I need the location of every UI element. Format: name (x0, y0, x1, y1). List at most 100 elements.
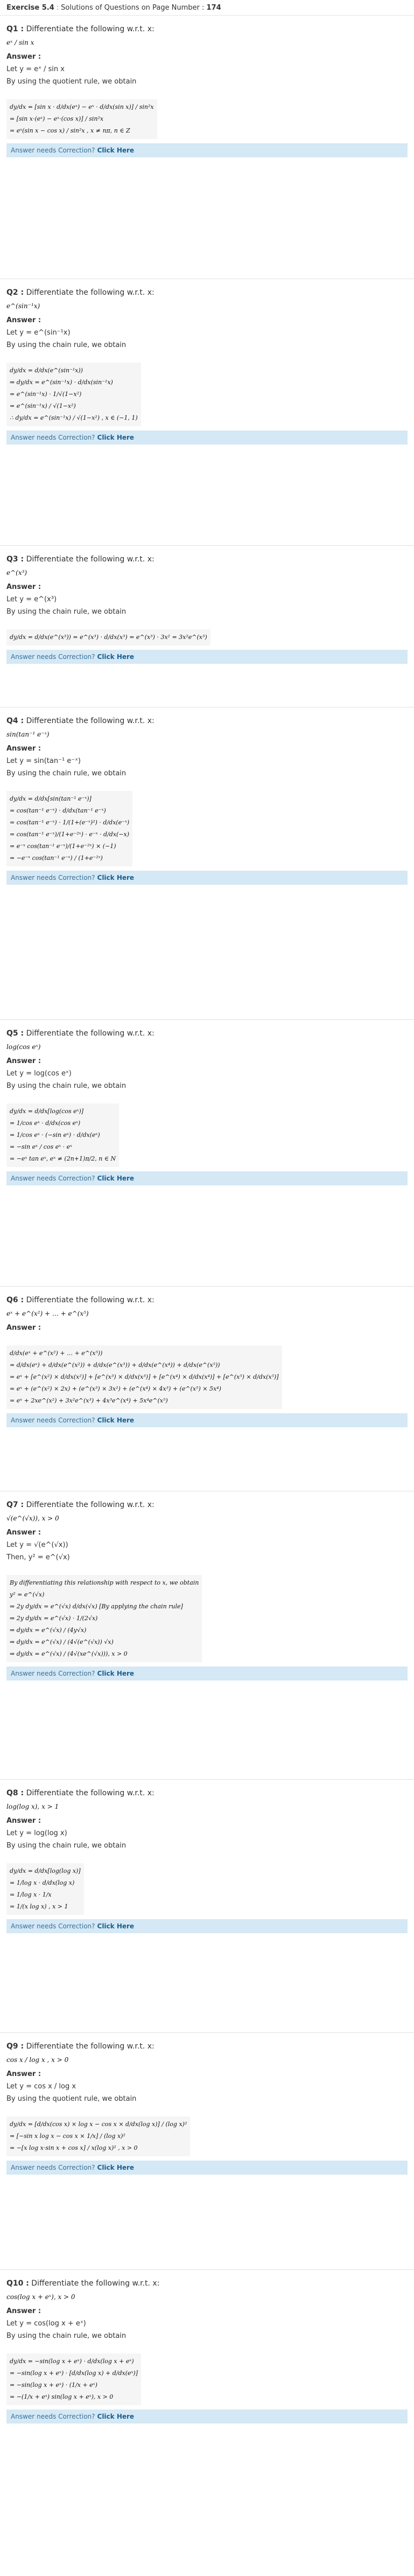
click-here-link[interactable]: Click Here (97, 1417, 135, 1424)
solution-line: = −sin(log x + eˣ) · (1/x + eˣ) (10, 2381, 97, 2388)
solution-line: = eˣ + [e^(x²) × d/dx(x²)] + [e^(x³) × d… (10, 1373, 279, 1380)
question-block: Q6 : Differentiate the following w.r.t. … (0, 1290, 414, 1427)
solution-steps: By differentiating this relationship wit… (6, 1575, 202, 1662)
let-statement: Let y = sin(tan⁻¹ e⁻ˣ) (6, 757, 81, 765)
page: Exercise 5.4 : Solutions of Questions on… (0, 0, 414, 2576)
given-expression: √(e^(√x)), x > 0 (6, 1515, 59, 1522)
correction-bar: Answer needs Correction? Click Here (6, 143, 408, 157)
solution-line: dy/dx = [sin x · d/dx(eˣ) − eˣ · d/dx(si… (10, 103, 154, 110)
click-here-link[interactable]: Click Here (97, 874, 135, 881)
solution-steps: dy/dx = −sin(log x + eˣ) · d/dx(log x + … (6, 2353, 141, 2405)
question-number: Q10 : (6, 2279, 29, 2288)
question-line: Q4 : Differentiate the following w.r.t. … (6, 717, 408, 725)
method-note: By using the chain rule, we obtain (6, 608, 127, 616)
click-here-link[interactable]: Click Here (97, 1670, 135, 1677)
solution-line: = −eˣ tan eˣ, eˣ ≠ (2n+1)π/2, n ∈ N (10, 1155, 116, 1162)
solution-line: = d/dx(eˣ) + d/dx(e^(x²)) + d/dx(e^(x³))… (10, 1362, 220, 1369)
solution-line: = −sin(log x + eˣ) · [d/dx(log x) + d/dx… (10, 2370, 138, 2377)
question-number: Q6 : (6, 1296, 24, 1304)
question-text: Differentiate the following w.r.t. x: (24, 1296, 155, 1304)
correction-bar: Answer needs Correction? Click Here (6, 1413, 408, 1427)
solution-line: dy/dx = d/dx(e^(x³)) = e^(x³) · d/dx(x³)… (10, 634, 207, 641)
question-block: Q4 : Differentiate the following w.r.t. … (0, 711, 414, 885)
solution-line: = −(1/x + eˣ) sin(log x + eˣ), x > 0 (10, 2393, 114, 2400)
answer-label: Answer : (6, 53, 41, 61)
click-here-link[interactable]: Click Here (97, 2164, 135, 2171)
answer-label: Answer : (6, 745, 41, 753)
click-here-link[interactable]: Click Here (97, 1175, 135, 1182)
click-here-link[interactable]: Click Here (97, 1922, 135, 1930)
question-line: Q5 : Differentiate the following w.r.t. … (6, 1029, 408, 1038)
method-note: By using the quotient rule, we obtain (6, 2095, 137, 2103)
question-text: Differentiate the following w.r.t. x: (24, 1501, 155, 1509)
question-divider (0, 1286, 414, 1287)
question-divider (0, 1019, 414, 1020)
solution-steps: dy/dx = [sin x · d/dx(eˣ) − eˣ · d/dx(si… (6, 99, 157, 139)
correction-bar: Answer needs Correction? Click Here (6, 431, 408, 445)
solution-line: = 1/log x · 1/x (10, 1891, 52, 1898)
given-expression: e^(x³) (6, 569, 27, 577)
page-number: 174 (206, 3, 221, 12)
click-here-link[interactable]: Click Here (97, 2413, 135, 2420)
answer-label: Answer : (6, 1324, 41, 1332)
solution-line: ⇒ dy/dx = e^(√x) / (4√(e^(√x)) √x) (10, 1638, 114, 1645)
solution-steps: dy/dx = d/dx[sin(tan⁻¹ e⁻ˣ)] = cos(tan⁻¹ … (6, 791, 133, 866)
method-note: By using the chain rule, we obtain (6, 1842, 127, 1850)
answer-label: Answer : (6, 1817, 41, 1825)
correction-bar: Answer needs Correction? Click Here (6, 2410, 408, 2424)
correction-bar: Answer needs Correction? Click Here (6, 2161, 408, 2175)
solution-line: = eˣ(sin x − cos x) / sin²x , x ≠ nπ, n … (10, 127, 130, 134)
question-text: Differentiate the following w.r.t. x: (29, 2279, 160, 2288)
question-number: Q2 : (6, 288, 24, 297)
answer-label: Answer : (6, 1529, 41, 1537)
method-note: By using the chain rule, we obtain (6, 1082, 127, 1090)
solution-line: = cos(tan⁻¹ e⁻ˣ)/(1+e⁻²ˣ) · e⁻ˣ · d/dx(−… (10, 831, 130, 838)
question-text: Differentiate the following w.r.t. x: (24, 1029, 155, 1038)
correction-bar: Answer needs Correction? Click Here (6, 1667, 408, 1681)
solution-line: = 1/cos eˣ · d/dx(cos eˣ) (10, 1120, 81, 1127)
given-expression: e^(sin⁻¹x) (6, 302, 40, 310)
method-note: By using the chain rule, we obtain (6, 341, 127, 349)
solution-line: = cos(tan⁻¹ e⁻ˣ) · d/dx(tan⁻¹ e⁻ˣ) (10, 807, 106, 814)
correction-label: Answer needs Correction? (11, 874, 95, 881)
solution-line: dy/dx = d/dx(e^(sin⁻¹x)) (10, 367, 83, 374)
correction-bar: Answer needs Correction? Click Here (6, 1171, 408, 1185)
question-text: Differentiate the following w.r.t. x: (24, 25, 155, 33)
given-expression: eˣ / sin x (6, 39, 34, 46)
let-statement: Let y = log(cos eˣ) (6, 1070, 72, 1078)
question-block: Q2 : Differentiate the following w.r.t. … (0, 283, 414, 445)
solution-line: = −[x log x·sin x + cos x] / x(log x)² ,… (10, 2144, 138, 2151)
question-divider (0, 2269, 414, 2270)
solution-line: = 1/cos eˣ · (−sin eˣ) · d/dx(eˣ) (10, 1131, 100, 1138)
method-note: By using the chain rule, we obtain (6, 2332, 127, 2340)
question-number: Q9 : (6, 2042, 24, 2051)
correction-label: Answer needs Correction? (11, 434, 95, 441)
solution-line: = e^(sin⁻¹x) / √(1−x²) (10, 402, 76, 409)
question-block: Q10 : Differentiate the following w.r.t.… (0, 2274, 414, 2424)
click-here-link[interactable]: Click Here (97, 147, 135, 154)
click-here-link[interactable]: Click Here (97, 653, 135, 661)
solution-line: dy/dx = d/dx[log(log x)] (10, 1867, 81, 1874)
solution-line: ⇒ dy/dx = e^(√x) / (4y√x) (10, 1627, 87, 1634)
solution-line: = [−sin x log x − cos x × 1/x] / (log x)… (10, 2133, 125, 2140)
solution-steps: d/dx(eˣ + e^(x²) + … + e^(x⁵)) = d/dx(eˣ)… (6, 1345, 282, 1409)
solution-line: = [sin x·(eˣ) − eˣ·(cos x)] / sin²x (10, 115, 104, 122)
solution-steps: dy/dx = [d/dx(cos x) × log x − cos x × d… (6, 2116, 191, 2156)
solution-line: ⇒ 2y dy/dx = e^(√x) · 1/(2√x) (10, 1615, 98, 1622)
page-label: Solutions of Questions on Page Number : (61, 3, 205, 12)
solution-line: dy/dx = d/dx[log(cos eˣ)] (10, 1108, 84, 1115)
solution-line: = cos(tan⁻¹ e⁻ˣ) · 1/(1+(e⁻ˣ)²) · d/dx(e… (10, 819, 130, 826)
let-statement: Let y = cos(log x + eˣ) (6, 2320, 86, 2328)
method-note: By using the quotient rule, we obtain (6, 78, 137, 86)
question-block: Q8 : Differentiate the following w.r.t. … (0, 1783, 414, 1933)
click-here-link[interactable]: Click Here (97, 434, 135, 441)
answer-label: Answer : (6, 316, 41, 324)
correction-label: Answer needs Correction? (11, 1175, 95, 1182)
solution-steps: dy/dx = d/dx(e^(sin⁻¹x)) ⇒ dy/dx = e^(sin… (6, 363, 141, 426)
solution-line: = e^(sin⁻¹x) · 1/√(1−x²) (10, 391, 82, 398)
answer-label: Answer : (6, 1057, 41, 1065)
question-line: Q10 : Differentiate the following w.r.t.… (6, 2279, 408, 2288)
solution-line: dy/dx = [d/dx(cos x) × log x − cos x × d… (10, 2121, 187, 2128)
solution-line: y² = e^(√x) (10, 1591, 45, 1598)
solution-steps: dy/dx = d/dx(e^(x³)) = e^(x³) · d/dx(x³)… (6, 629, 210, 645)
